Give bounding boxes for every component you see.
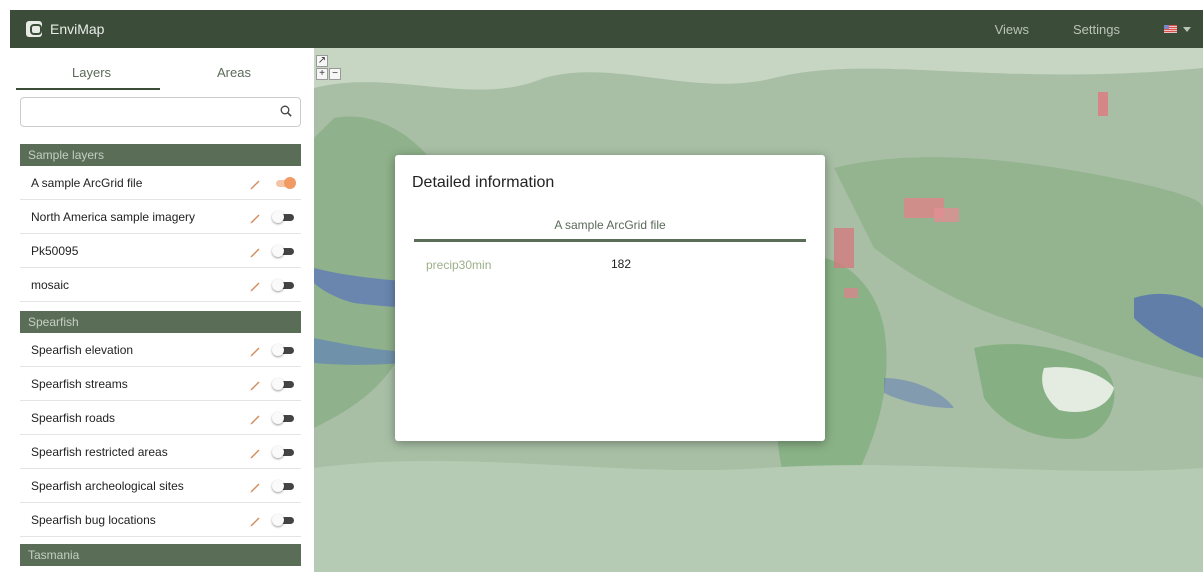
group-header[interactable]: Spearfish [20,311,301,333]
layer-name: A sample ArcGrid file [31,175,143,190]
logo-icon [26,21,42,37]
layer-row[interactable]: Spearfish bug locations [20,503,301,537]
layer-name: Spearfish roads [31,410,116,425]
pencil-icon[interactable] [248,344,262,358]
toggle-knob [272,446,284,458]
pencil-icon[interactable] [248,446,262,460]
layer-group-sample: Sample layers A sample ArcGrid file Nort… [20,144,301,302]
layer-row[interactable]: mosaic [20,268,301,302]
pencil-icon[interactable] [248,177,262,191]
toggle-knob [272,412,284,424]
layer-name: North America sample imagery [31,209,196,224]
visibility-toggle[interactable] [272,412,296,424]
visibility-toggle[interactable] [272,378,296,390]
toggle-knob [284,177,296,189]
layer-row[interactable]: Spearfish restricted areas [20,435,301,469]
toggle-knob [272,480,284,492]
layer-group-tasmania: Tasmania [20,544,301,566]
zoom-out-button[interactable]: − [329,68,341,80]
layer-row[interactable]: North America sample imagery [20,200,301,234]
pencil-icon[interactable] [248,480,262,494]
visibility-toggle[interactable] [272,480,296,492]
zoom-in-button[interactable]: + [316,68,328,80]
layer-name: Spearfish restricted areas [31,444,168,459]
layer-name: Spearfish bug locations [31,512,156,527]
tab-areas[interactable]: Areas [217,65,251,80]
pencil-icon[interactable] [248,279,262,293]
sidebar: Layers Areas Sample layers A sample ArcG… [10,48,310,572]
search-input[interactable] [21,98,261,126]
toggle-knob [272,344,284,356]
toggle-knob [272,211,284,223]
layer-name: mosaic [31,277,70,292]
layer-row[interactable]: Spearfish roads [20,401,301,435]
toggle-knob [272,378,284,390]
toggle-knob [272,279,284,291]
chevron-down-icon [1183,26,1191,32]
fullscreen-icon[interactable]: ↗ [316,55,328,67]
pencil-icon[interactable] [248,378,262,392]
active-tab-indicator [16,88,160,90]
brand[interactable]: EnviMap [26,21,104,37]
toggle-knob [272,514,284,526]
attribute-key: precip30min [426,258,492,272]
search-icon[interactable] [280,105,292,117]
layer-row[interactable]: Pk50095 [20,234,301,268]
navbar: EnviMap Views Settings [10,10,1203,48]
layer-row[interactable]: Spearfish archeological sites [20,469,301,503]
app-name: EnviMap [50,21,105,37]
group-header[interactable]: Sample layers [20,144,301,166]
language-dropdown[interactable] [1164,25,1191,33]
visibility-toggle[interactable] [272,279,296,291]
modal-title: Detailed information [412,174,555,191]
group-header[interactable]: Tasmania [20,544,301,566]
pencil-icon[interactable] [248,245,262,259]
visibility-toggle[interactable] [272,514,296,526]
attribute-value: 182 [611,257,632,271]
layer-name: Spearfish archeological sites [31,478,184,493]
tab-layers[interactable]: Layers [72,65,111,80]
search-box [20,97,301,127]
detail-modal: Detailed information A sample ArcGrid fi… [395,155,825,441]
settings-link[interactable]: Settings [1073,22,1120,37]
layer-row[interactable]: Spearfish elevation [20,333,301,367]
visibility-toggle[interactable] [272,245,296,257]
pencil-icon[interactable] [248,514,262,528]
layer-row[interactable]: Spearfish streams [20,367,301,401]
layer-name: Spearfish streams [31,376,128,391]
visibility-toggle[interactable] [272,446,296,458]
visibility-toggle[interactable] [272,344,296,356]
visibility-toggle[interactable] [272,177,296,189]
modal-layer-name: A sample ArcGrid file [554,218,666,232]
nav-right: Views Settings [995,22,1203,37]
sidebar-tabs: Layers Areas [10,48,310,92]
visibility-toggle[interactable] [272,211,296,223]
layer-row[interactable]: A sample ArcGrid file [20,166,301,200]
zoom-controls: ↗ + − [314,53,344,85]
layer-name: Spearfish elevation [31,342,134,357]
top-bar: EnviMap Views Settings [0,0,1203,48]
layer-name: Pk50095 [31,243,79,258]
flag-icon [1164,25,1177,33]
layer-group-spearfish: Spearfish Spearfish elevation Spearfish … [20,311,301,537]
pencil-icon[interactable] [248,412,262,426]
toggle-knob [272,245,284,257]
pencil-icon[interactable] [248,211,262,225]
modal-divider [414,239,806,242]
views-link[interactable]: Views [995,22,1029,37]
